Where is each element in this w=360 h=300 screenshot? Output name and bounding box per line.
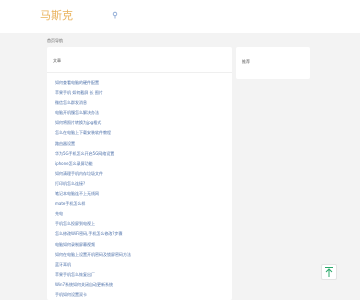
list-item[interactable]: 苹果手机怎么恢复出厂 (55, 270, 229, 280)
list-item[interactable]: 怎么修改WiFi密码,手机怎么修改?步骤 (55, 229, 229, 239)
list-item[interactable]: 怎么在电脑上下载安装软件教程 (55, 128, 229, 138)
site-header: 马斯克 (0, 0, 360, 33)
search-icon[interactable] (112, 11, 118, 22)
list-item[interactable]: 电脑开机慢怎么解决办法 (55, 108, 229, 118)
list-item[interactable]: 如何将照片转换为jpg格式 (55, 118, 229, 128)
sidebar-card: 推荐 (236, 47, 310, 79)
list-item[interactable]: 如何在电脑上设置开机密码及锁屏密码方法 (55, 250, 229, 260)
sidebar-title: 推荐 (242, 59, 250, 64)
list-item[interactable]: 手机如何设置双卡 (55, 290, 229, 300)
list-item[interactable]: 华为5G手机怎么开启5G网络设置 (55, 149, 229, 159)
list-item[interactable]: mate手机怎么样 (55, 199, 229, 209)
arrow-up-icon (325, 267, 333, 277)
list-item[interactable]: 苹果手机 如何截屏 长 图片 (55, 88, 229, 98)
list-item[interactable]: 如何清理手机内存垃圾文件 (55, 169, 229, 179)
card-title: 文章 (47, 47, 232, 73)
list-item[interactable]: 路由器设置 (55, 139, 229, 149)
list-item[interactable]: 蓝牙耳机 (55, 260, 229, 270)
list-item[interactable]: 笔记本电脑连不上无线网 (55, 189, 229, 199)
list-item[interactable]: 手机怎么投屏到电视上 (55, 219, 229, 229)
back-to-top-button[interactable] (321, 264, 337, 280)
breadcrumb[interactable]: 首页导航 (47, 38, 63, 44)
article-list-card: 文章 如何查看电脑的硬件配置 苹果手机 如何截屏 长 图片 微信怎么群发消息 电… (47, 47, 232, 300)
list-item[interactable]: Win7系统如何关闭自动更新系统 (55, 280, 229, 290)
site-logo[interactable]: 马斯克 (40, 9, 73, 22)
list-item[interactable]: 充电 (55, 209, 229, 219)
list-item[interactable]: 电脑如何录制屏幕视频 (55, 240, 229, 250)
list-item[interactable]: iphone怎么录屏功能 (55, 159, 229, 169)
list-item[interactable]: 如何查看电脑的硬件配置 (55, 78, 229, 88)
list-item[interactable]: 微信怎么群发消息 (55, 98, 229, 108)
article-list: 如何查看电脑的硬件配置 苹果手机 如何截屏 长 图片 微信怎么群发消息 电脑开机… (55, 78, 229, 300)
list-item[interactable]: 打印机怎么连接? (55, 179, 229, 189)
